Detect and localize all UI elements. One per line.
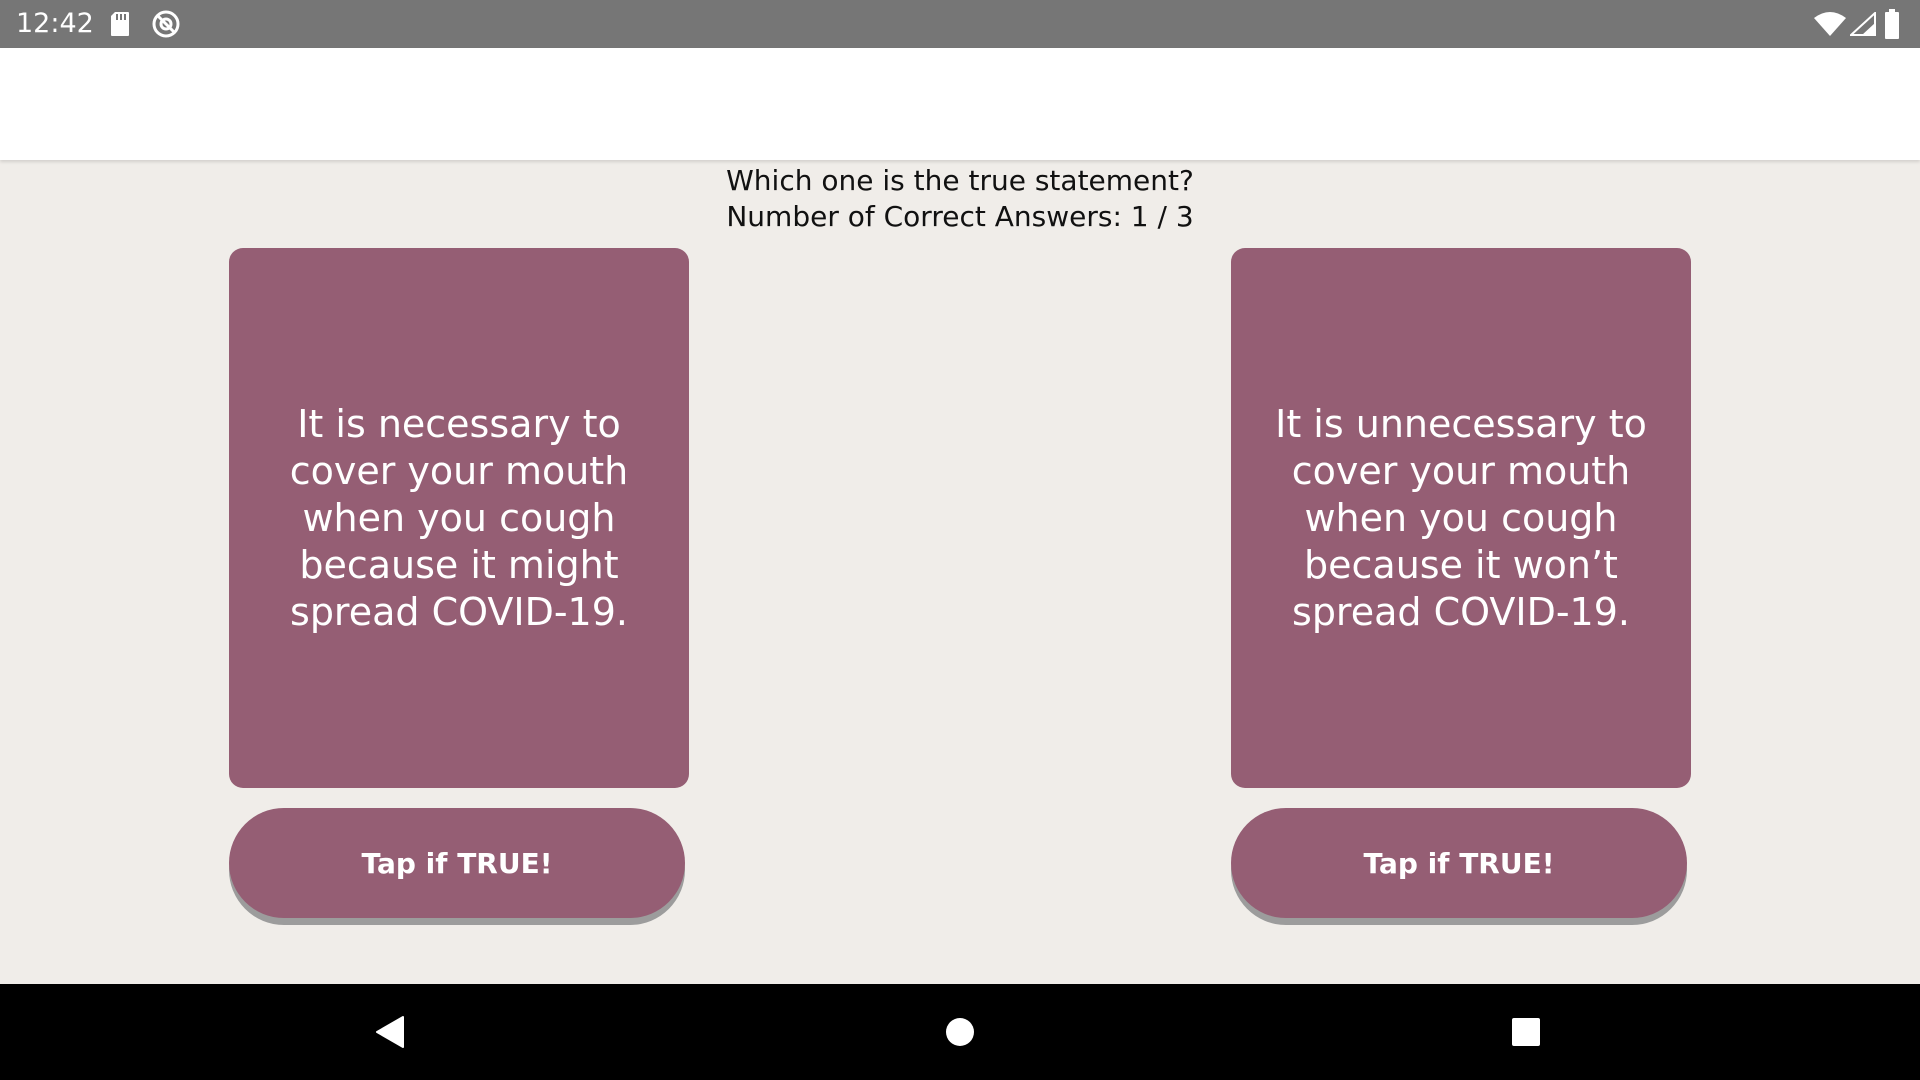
statement-card-left[interactable]: It is necessary to cover your mouth when… [229, 248, 689, 788]
home-icon [946, 1018, 974, 1046]
statement-text: It is necessary to cover your mouth when… [289, 401, 629, 634]
tap-if-true-button-left[interactable]: Tap if TRUE! [229, 808, 685, 918]
quiz-prompt: Which one is the true statement? Number … [0, 163, 1920, 235]
battery-icon [1885, 9, 1899, 39]
sd-card-icon [111, 12, 129, 36]
status-bar: 12:42 [0, 0, 1920, 48]
status-time: 12:42 [16, 8, 94, 39]
app-bar [0, 48, 1920, 160]
navigation-bar [0, 984, 1920, 1080]
wifi-icon [1814, 12, 1846, 36]
question-text: Which one is the true statement? [726, 164, 1194, 197]
tap-if-true-button-right[interactable]: Tap if TRUE! [1231, 808, 1687, 918]
cell-signal-icon [1850, 12, 1876, 36]
back-icon [376, 1016, 404, 1048]
back-button[interactable] [330, 984, 450, 1080]
statement-card-right[interactable]: It is unnecessary to cover your mouth wh… [1231, 248, 1691, 788]
home-button[interactable] [900, 984, 1020, 1080]
recents-icon [1512, 1018, 1540, 1046]
statement-text: It is unnecessary to cover your mouth wh… [1275, 401, 1647, 634]
sync-icon [152, 10, 180, 38]
recents-button[interactable] [1466, 984, 1586, 1080]
score-text: Number of Correct Answers: 1 / 3 [726, 200, 1194, 233]
quiz-screen: 12:42 Which one is the true statement? N… [0, 0, 1920, 1080]
